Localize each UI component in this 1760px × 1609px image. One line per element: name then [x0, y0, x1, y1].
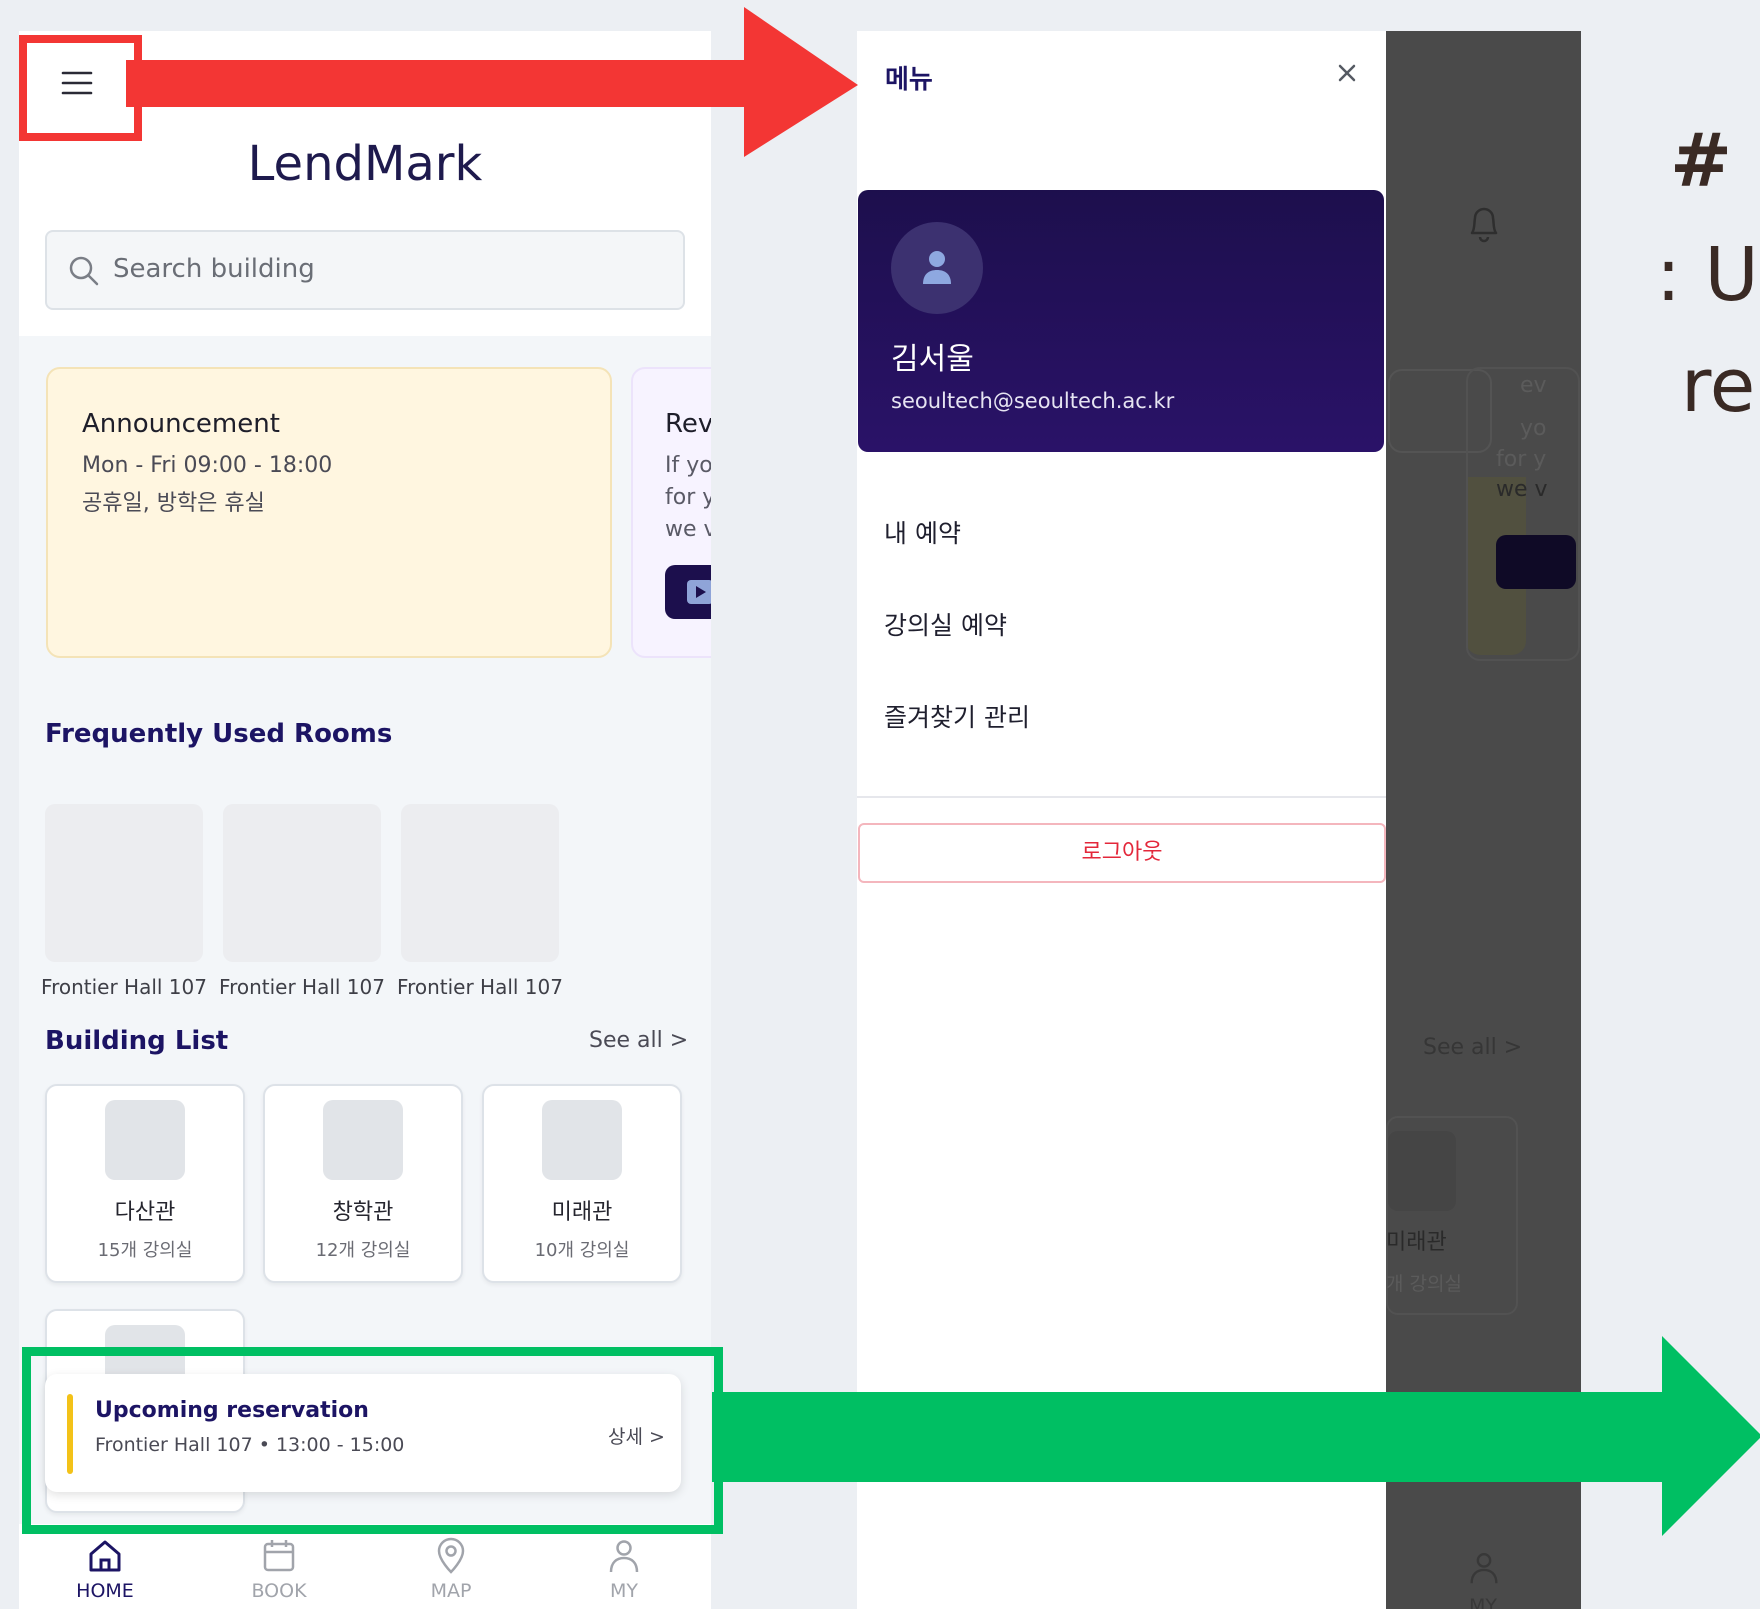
review-text-line: we v — [665, 517, 711, 542]
room-label: Frontier Hall 107 — [219, 975, 385, 999]
room-thumbnail[interactable] — [401, 804, 559, 962]
room-label: Frontier Hall 107 — [397, 975, 563, 999]
ghost-text: ev — [1520, 373, 1547, 398]
user-icon — [1470, 1553, 1498, 1584]
bottom-tab-bar: HOME BOOK MAP MY — [19, 1524, 711, 1609]
search-input[interactable]: Search building — [45, 230, 685, 310]
annotation-heading: # U — [1670, 118, 1760, 204]
highlight-box-green — [22, 1347, 723, 1534]
search-placeholder: Search building — [113, 254, 315, 284]
logout-button[interactable]: 로그아웃 — [858, 823, 1386, 883]
review-text-line: If yo — [665, 453, 711, 478]
announcement-title: Announcement — [82, 409, 280, 439]
tab-label: HOME — [76, 1580, 134, 1602]
announcement-hours: Mon - Fri 09:00 - 18:00 — [82, 453, 333, 478]
avatar — [891, 222, 983, 314]
building-thumbnail — [542, 1100, 622, 1180]
profile-name: 김서울 — [891, 342, 974, 377]
building-room-count: 12개 강의실 — [315, 1240, 411, 1261]
search-icon — [69, 256, 99, 286]
menu-item-my-reservations[interactable]: 내 예약 — [884, 514, 961, 550]
building-name: 다산관 — [114, 1200, 176, 1225]
tab-my[interactable]: MY — [564, 1536, 684, 1602]
ghost-tab-label: MY — [1469, 1595, 1497, 1609]
menu-item-book-classroom[interactable]: 강의실 예약 — [884, 606, 1007, 642]
building-name: 창학관 — [332, 1200, 394, 1225]
close-icon[interactable] — [1332, 58, 1362, 88]
profile-card[interactable]: 김서울 seoultech@seoultech.ac.kr — [858, 190, 1384, 452]
bell-icon — [1470, 207, 1498, 243]
ghost-thumbnail — [1388, 1131, 1456, 1211]
review-video-button[interactable] — [665, 565, 711, 619]
user-icon — [609, 1540, 639, 1573]
building-room-count: 15개 강의실 — [97, 1240, 193, 1261]
ghost-card — [1466, 367, 1580, 661]
building-name: 미래관 — [551, 1200, 613, 1225]
ghost-building-name: 미래관 — [1386, 1230, 1447, 1255]
tab-map[interactable]: MAP — [391, 1536, 511, 1602]
map-pin-icon — [437, 1537, 465, 1574]
drawer-title: 메뉴 — [885, 65, 933, 95]
annotation-text: : Us — [1656, 232, 1760, 318]
ghost-see-all: See all > — [1423, 1035, 1523, 1060]
ghost-building-count: 개 강의실 — [1386, 1273, 1462, 1295]
person-icon — [923, 251, 951, 284]
building-card[interactable]: 미래관 10개 강의실 — [482, 1084, 682, 1283]
building-card[interactable]: 창학관 12개 강의실 — [263, 1084, 463, 1283]
see-all-link[interactable]: See all > — [589, 1028, 688, 1053]
frequent-rooms-title: Frequently Used Rooms — [45, 719, 393, 749]
tab-label: BOOK — [251, 1580, 307, 1602]
tab-home[interactable]: HOME — [45, 1536, 165, 1602]
review-text-line: for y — [665, 485, 711, 510]
ghost-text: we v — [1496, 477, 1548, 502]
review-card[interactable]: Rev If yo for y we v — [631, 367, 711, 658]
divider — [857, 796, 1386, 798]
arrow-right-icon — [126, 7, 858, 157]
room-thumbnail[interactable] — [45, 804, 203, 962]
tab-book[interactable]: BOOK — [219, 1536, 339, 1602]
tab-label: MAP — [430, 1580, 472, 1602]
play-icon — [687, 580, 711, 604]
hamburger-menu-icon[interactable] — [60, 66, 94, 100]
announcement-card[interactable]: Announcement Mon - Fri 09:00 - 18:00 공휴일… — [46, 367, 612, 658]
review-title: Rev — [665, 409, 711, 439]
calendar-icon — [263, 1540, 295, 1572]
building-card[interactable]: 다산관 15개 강의실 — [45, 1084, 245, 1283]
profile-email: seoultech@seoultech.ac.kr — [891, 389, 1175, 413]
ghost-text: yo — [1520, 416, 1547, 441]
building-thumbnail — [105, 1100, 185, 1180]
room-thumbnail[interactable] — [223, 804, 381, 962]
ghost-text: for y — [1496, 447, 1547, 472]
building-room-count: 10개 강의실 — [534, 1240, 630, 1261]
arrow-right-icon — [712, 1336, 1760, 1536]
announcement-note: 공휴일, 방학은 휴실 — [82, 491, 265, 516]
annotation-text: re — [1681, 343, 1756, 429]
tab-label: MY — [610, 1580, 638, 1602]
menu-item-manage-favorites[interactable]: 즐겨찾기 관리 — [884, 698, 1030, 734]
room-label: Frontier Hall 107 — [41, 975, 207, 999]
building-list-title: Building List — [45, 1026, 229, 1056]
ghost-button — [1496, 535, 1576, 589]
home-icon — [89, 1540, 121, 1572]
building-thumbnail — [323, 1100, 403, 1180]
